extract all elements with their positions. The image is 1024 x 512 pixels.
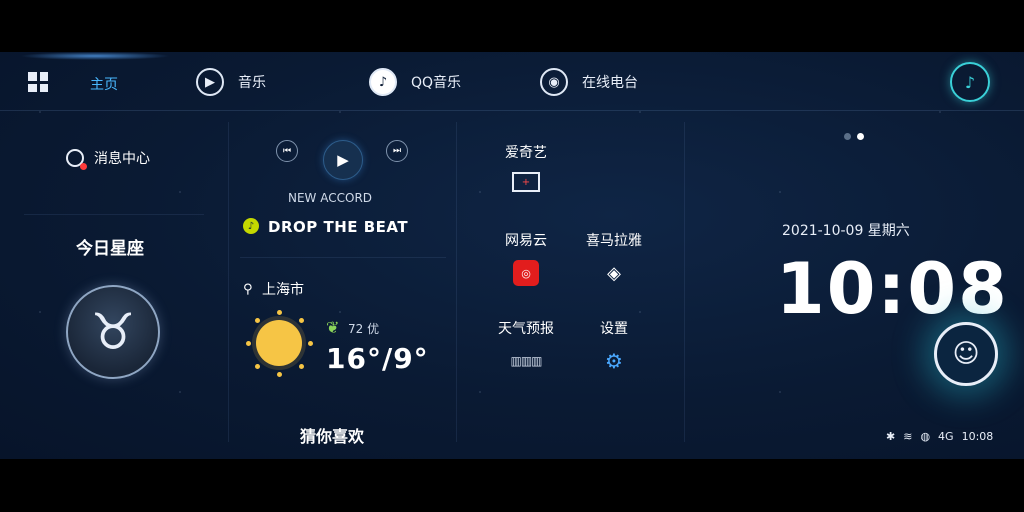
- page-dot[interactable]: [844, 133, 851, 140]
- recommend-label[interactable]: 猜你喜欢: [300, 423, 364, 447]
- netease-icon: ◎: [513, 260, 539, 286]
- app-label: 网易云: [505, 233, 547, 249]
- sun-ray: [255, 318, 260, 323]
- sun-ray: [255, 364, 260, 369]
- app-label: 爱奇艺: [505, 145, 547, 161]
- app-ximalaya[interactable]: 喜马拉雅 ◈: [564, 230, 664, 286]
- play-button[interactable]: ▶: [323, 140, 363, 180]
- clock-time: 10:08: [776, 248, 1009, 330]
- settings-icon: ⚙: [605, 349, 623, 373]
- message-icon: [66, 149, 87, 170]
- artist-name: NEW ACCORD: [288, 191, 373, 205]
- nav-item-label: QQ音乐: [411, 75, 462, 91]
- divider: [456, 122, 457, 442]
- sun-icon: [256, 320, 302, 366]
- home-screen: 主页 ▶ 音乐 ♪ QQ音乐 ◉ 在线电台 ♪ 消息中心 今日星座 ♉ ⏮ ▶ …: [0, 52, 1024, 459]
- divider: [24, 214, 204, 215]
- wifi-icon: ≋: [903, 430, 913, 443]
- page-indicator[interactable]: [844, 133, 864, 140]
- song-title: DROP THE BEAT: [268, 218, 409, 236]
- taurus-symbol: ♉: [90, 303, 136, 361]
- app-label: 天气预报: [498, 321, 554, 337]
- sun-ray: [299, 318, 304, 323]
- horoscope-title: 今日星座: [76, 239, 144, 259]
- sun-ray: [277, 372, 282, 377]
- app-label: 喜马拉雅: [586, 233, 642, 249]
- qq-music-icon: ♪: [369, 68, 397, 96]
- app-forecast[interactable]: 天气预报 ▥▥▥: [476, 318, 576, 374]
- sun-ray: [299, 364, 304, 369]
- previous-icon: ⏮: [282, 146, 292, 156]
- voice-assistant-button[interactable]: ♪: [950, 62, 990, 102]
- status-bar: ✱ ≋ ◍ 4G 10:08: [886, 430, 993, 443]
- play-icon: ▶: [337, 151, 349, 169]
- page-dot-active[interactable]: [857, 133, 864, 140]
- weather-city[interactable]: 上海市: [262, 279, 304, 299]
- divider: [240, 257, 446, 258]
- hotspot-icon: ◍: [920, 430, 931, 443]
- play-circle-icon: ▶: [196, 68, 224, 96]
- app-label: 设置: [600, 321, 628, 337]
- assistant-mascot-icon[interactable]: ☺: [934, 322, 998, 386]
- sun-ray: [277, 310, 282, 315]
- sun-ray: [308, 341, 313, 346]
- air-quality: 72 优: [348, 322, 380, 336]
- forecast-icon: ▥▥▥: [510, 354, 542, 368]
- message-center[interactable]: 消息中心: [66, 148, 150, 170]
- divider: [228, 122, 229, 442]
- leaf-icon: ❦: [326, 318, 340, 337]
- date-label: 2021-10-09 星期六: [782, 223, 910, 239]
- message-center-label: 消息中心: [94, 151, 150, 167]
- music-note-icon: ♪: [964, 72, 976, 92]
- unread-dot: [80, 163, 87, 170]
- nav-item-label: 在线电台: [582, 75, 638, 91]
- app-settings[interactable]: 设置 ⚙: [564, 318, 664, 374]
- temperature-range: 16°/9°: [326, 342, 429, 375]
- divider: [684, 122, 685, 442]
- app-netease[interactable]: 网易云 ◎: [476, 230, 576, 286]
- next-icon: ⏭: [392, 146, 402, 156]
- nav-item-qq-music[interactable]: ♪ QQ音乐: [369, 68, 461, 96]
- app-grid-icon[interactable]: [28, 72, 48, 92]
- radio-icon: ◉: [540, 68, 568, 96]
- taurus-icon[interactable]: ♉: [66, 285, 160, 379]
- song-icon: ♪: [243, 218, 259, 234]
- bluetooth-icon: ✱: [886, 430, 896, 443]
- status-time: 10:08: [961, 430, 994, 443]
- app-iqiyi[interactable]: 爱奇艺 +: [476, 142, 576, 192]
- ximalaya-icon: ◈: [607, 262, 621, 284]
- tv-icon: +: [512, 172, 540, 192]
- next-track-button[interactable]: ⏭: [386, 140, 408, 162]
- sun-ray: [246, 341, 251, 346]
- nav-item-music[interactable]: ▶ 音乐: [196, 68, 266, 96]
- nav-item-label: 音乐: [238, 75, 266, 91]
- nav-home[interactable]: 主页: [90, 74, 118, 94]
- location-icon: ⚲: [243, 282, 253, 297]
- previous-track-button[interactable]: ⏮: [276, 140, 298, 162]
- top-nav: 主页 ▶ 音乐 ♪ QQ音乐 ◉ 在线电台 ♪: [0, 52, 1024, 111]
- nav-item-online-radio[interactable]: ◉ 在线电台: [540, 68, 638, 96]
- signal-label: 4G: [938, 430, 954, 443]
